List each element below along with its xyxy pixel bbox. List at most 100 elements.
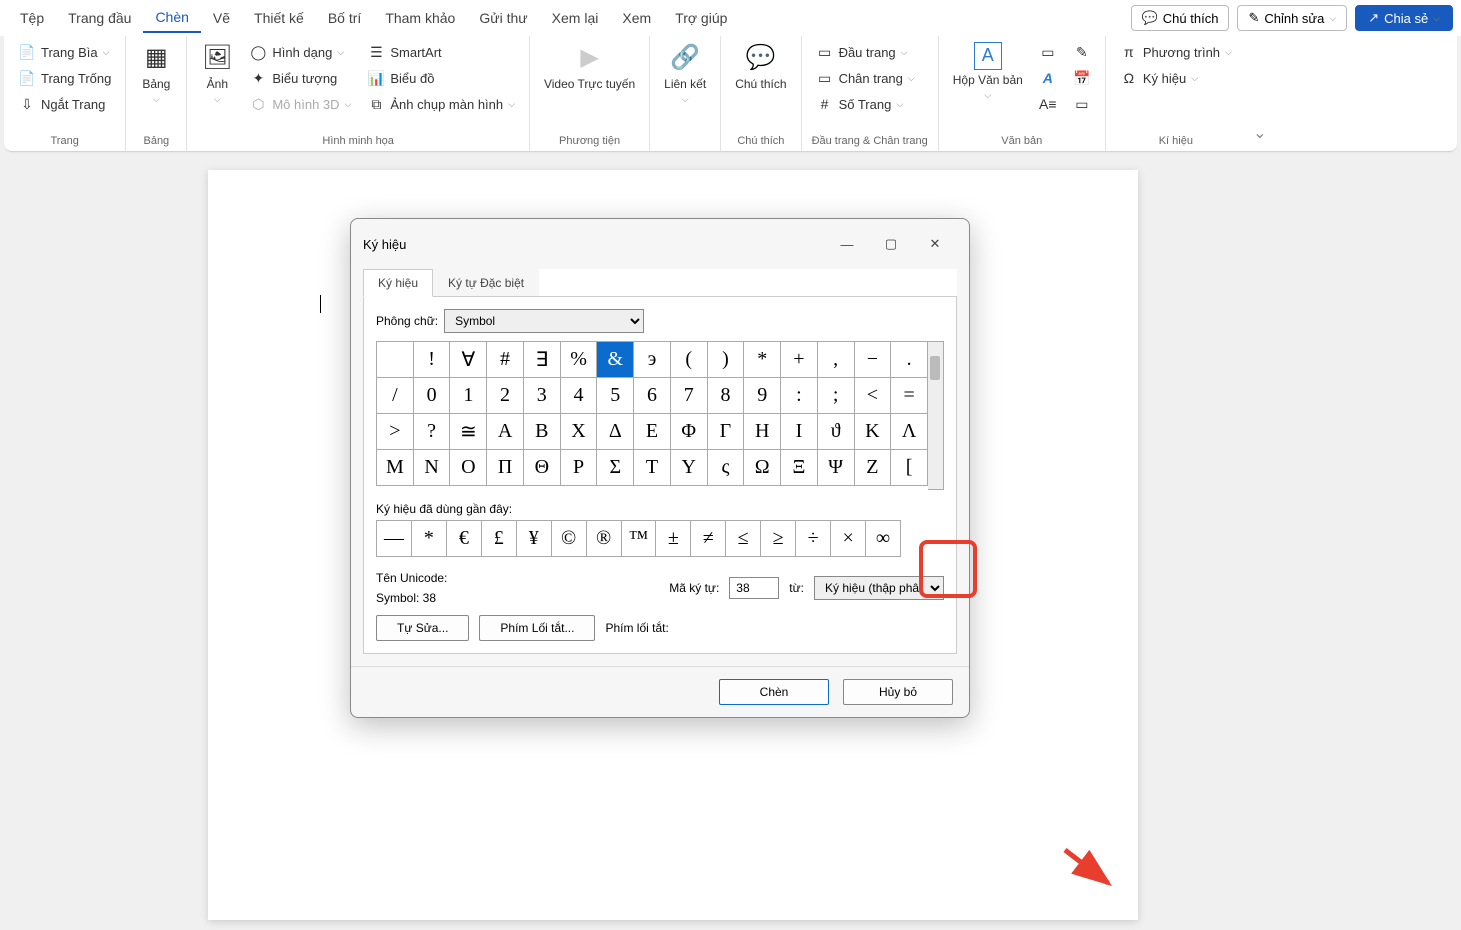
symbol-cell[interactable]: (	[671, 342, 708, 378]
blank-page-button[interactable]: 📄Trang Trống	[14, 66, 115, 90]
symbol-cell[interactable]: ς	[708, 450, 745, 486]
recent-symbol-cell[interactable]: ÷	[796, 521, 831, 557]
symbol-cell[interactable]: Ρ	[561, 450, 598, 486]
tab-special-chars[interactable]: Ký tự Đặc biệt	[433, 269, 539, 296]
shapes-button[interactable]: ◯Hình dạng	[245, 40, 355, 64]
symbol-cell[interactable]: Γ	[708, 414, 745, 450]
recent-symbol-cell[interactable]: ×	[831, 521, 866, 557]
symbol-cell[interactable]: Χ	[561, 414, 598, 450]
wordart-button[interactable]: A	[1035, 66, 1061, 90]
font-select[interactable]: Symbol	[444, 309, 644, 333]
quickparts-button[interactable]: ▭	[1035, 40, 1061, 64]
symbol-cell[interactable]: Ω	[744, 450, 781, 486]
recent-symbol-cell[interactable]: ≤	[726, 521, 761, 557]
tab-references[interactable]: Tham khảo	[373, 4, 467, 32]
symbol-cell[interactable]: Ι	[781, 414, 818, 450]
autocorrect-button[interactable]: Tự Sửa...	[376, 615, 469, 641]
tab-symbols[interactable]: Ký hiệu	[363, 269, 433, 297]
recent-symbol-cell[interactable]: *	[412, 521, 447, 557]
symbol-cell[interactable]: Ψ	[818, 450, 855, 486]
symbol-cell[interactable]: )	[708, 342, 745, 378]
recent-symbol-cell[interactable]: —	[377, 521, 412, 557]
symbol-cell[interactable]: Ζ	[855, 450, 892, 486]
symbol-cell[interactable]: 5	[597, 378, 634, 414]
symbol-button[interactable]: ΩKý hiệu	[1116, 66, 1236, 90]
tab-view[interactable]: Xem	[610, 4, 663, 32]
header-button[interactable]: ▭Đầu trang	[812, 40, 919, 64]
recent-symbol-cell[interactable]: ™	[622, 521, 657, 557]
tab-help[interactable]: Trợ giúp	[663, 4, 739, 32]
screenshot-button[interactable]: ⧉Ảnh chụp màn hình	[363, 92, 519, 116]
dropcap-button[interactable]: A≡	[1035, 92, 1061, 116]
equation-button[interactable]: πPhương trình	[1116, 40, 1236, 64]
smartart-button[interactable]: ☰SmartArt	[363, 40, 519, 64]
symbol-cell[interactable]: 3	[524, 378, 561, 414]
symbol-cell[interactable]: ∀	[450, 342, 487, 378]
tab-review[interactable]: Xem lại	[540, 4, 611, 32]
tab-draw[interactable]: Vẽ	[201, 4, 242, 32]
symbol-cell[interactable]: Υ	[671, 450, 708, 486]
tab-insert[interactable]: Chèn	[143, 3, 200, 33]
table-button[interactable]: ▦Bảng	[136, 40, 176, 107]
editing-button[interactable]: ✎Chỉnh sửa	[1237, 5, 1347, 31]
object-button[interactable]: ▭	[1069, 92, 1095, 116]
cover-page-button[interactable]: 📄Trang Bìa	[14, 40, 115, 64]
symbol-cell[interactable]: =	[891, 378, 928, 414]
datetime-button[interactable]: 📅	[1069, 66, 1095, 90]
page-number-button[interactable]: #Số Trang	[812, 92, 919, 116]
symbol-cell[interactable]: <	[855, 378, 892, 414]
symbol-cell[interactable]: ?	[414, 414, 451, 450]
signature-button[interactable]: ✎	[1069, 40, 1095, 64]
symbol-cell[interactable]: /	[377, 378, 414, 414]
symbol-cell[interactable]: 9	[744, 378, 781, 414]
symbol-cell[interactable]: Λ	[891, 414, 928, 450]
link-button[interactable]: 🔗Liên kết	[660, 40, 710, 107]
symbol-cell[interactable]: Δ	[597, 414, 634, 450]
symbol-cell[interactable]: Φ	[671, 414, 708, 450]
recent-symbol-cell[interactable]: €	[447, 521, 482, 557]
symbol-cell[interactable]: Β	[524, 414, 561, 450]
recent-symbol-cell[interactable]: £	[482, 521, 517, 557]
tab-mailings[interactable]: Gửi thư	[467, 4, 539, 32]
footer-button[interactable]: ▭Chân trang	[812, 66, 919, 90]
recent-symbol-cell[interactable]: ≥	[761, 521, 796, 557]
symbol-scrollbar[interactable]	[928, 341, 944, 490]
symbol-cell[interactable]: Ν	[414, 450, 451, 486]
symbol-cell[interactable]: 7	[671, 378, 708, 414]
symbol-cell[interactable]: ;	[818, 378, 855, 414]
textbox-button[interactable]: AHộp Văn bản	[949, 40, 1027, 103]
cancel-button[interactable]: Hủy bỏ	[843, 679, 953, 705]
symbol-cell[interactable]: 6	[634, 378, 671, 414]
3dmodels-button[interactable]: ⬡Mô hình 3D	[245, 92, 355, 116]
symbol-cell[interactable]: %	[561, 342, 598, 378]
symbol-cell[interactable]: 2	[487, 378, 524, 414]
symbol-cell[interactable]: 0	[414, 378, 451, 414]
symbol-cell[interactable]: ϑ	[818, 414, 855, 450]
pictures-button[interactable]: 🖼Ảnh	[197, 40, 237, 107]
recent-symbol-cell[interactable]: ±	[656, 521, 691, 557]
symbol-cell[interactable]: Σ	[597, 450, 634, 486]
charcode-input[interactable]	[729, 577, 779, 599]
chart-button[interactable]: 📊Biểu đồ	[363, 66, 519, 90]
symbol-cell[interactable]: &	[597, 342, 634, 378]
recent-symbol-cell[interactable]: ¥	[517, 521, 552, 557]
symbol-cell[interactable]: [	[891, 450, 928, 486]
symbol-cell[interactable]: +	[781, 342, 818, 378]
ribbon-collapse[interactable]: ⌄	[1246, 36, 1274, 151]
symbol-cell[interactable]: Α	[487, 414, 524, 450]
symbol-cell[interactable]: 4	[561, 378, 598, 414]
recent-symbol-cell[interactable]: ∞	[866, 521, 901, 557]
symbol-cell[interactable]: ∃	[524, 342, 561, 378]
shortcut-key-button[interactable]: Phím Lối tắt...	[479, 615, 595, 641]
symbol-cell[interactable]	[377, 342, 414, 378]
symbol-cell[interactable]: Κ	[855, 414, 892, 450]
recent-symbol-cell[interactable]: ≠	[691, 521, 726, 557]
symbol-cell[interactable]: −	[855, 342, 892, 378]
symbol-cell[interactable]: Ε	[634, 414, 671, 450]
symbol-cell[interactable]: ,	[818, 342, 855, 378]
symbol-cell[interactable]: .	[891, 342, 928, 378]
tab-file[interactable]: Tệp	[8, 4, 56, 32]
symbol-cell[interactable]: Π	[487, 450, 524, 486]
symbol-cell[interactable]: Η	[744, 414, 781, 450]
symbol-cell[interactable]: 8	[708, 378, 745, 414]
